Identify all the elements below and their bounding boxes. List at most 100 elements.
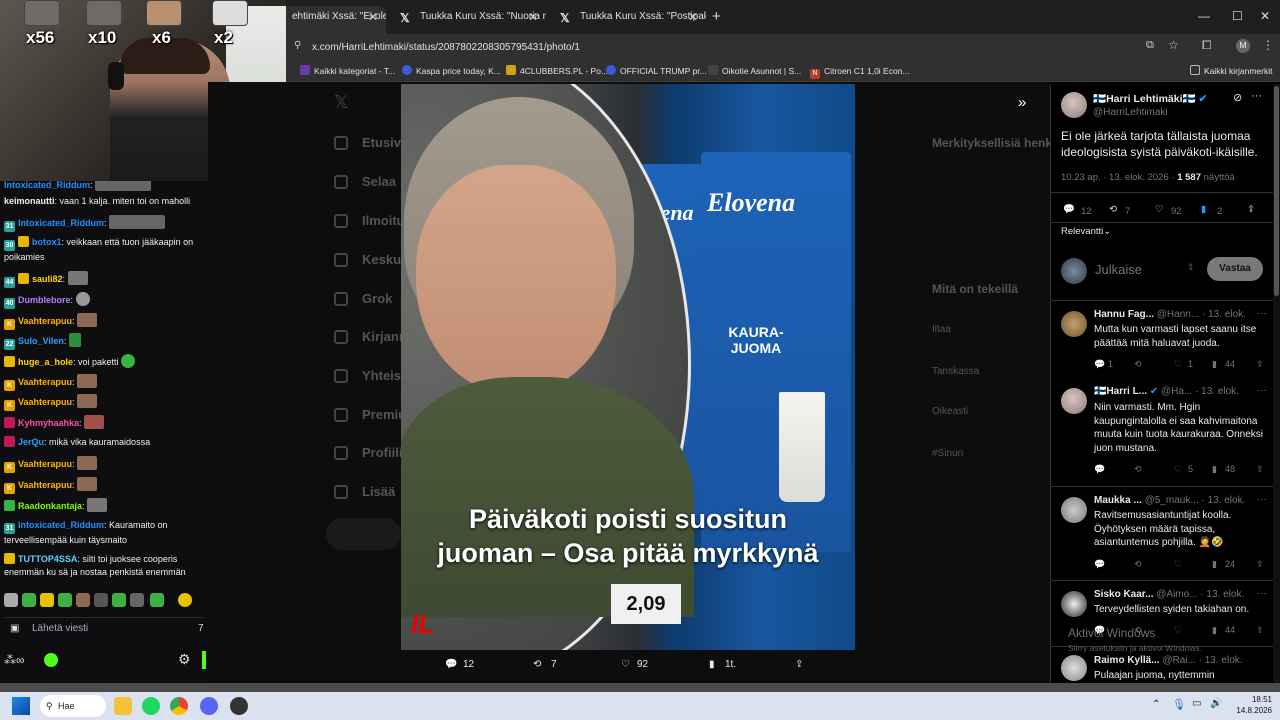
chat-username[interactable]: Vaahterapuu [18, 316, 72, 326]
reply-icon[interactable]: 💬 [445, 659, 457, 670]
reply-input[interactable]: Julkaise [1095, 263, 1142, 277]
repost-icon[interactable]: ⟲ [1109, 204, 1117, 215]
chat-username[interactable]: huge_a_hole [18, 357, 73, 367]
repost-icon[interactable]: ⟲ [1134, 464, 1142, 475]
chat-username[interactable]: Dumblebore [18, 295, 71, 305]
views-icon[interactable]: ▮ [709, 659, 715, 670]
install-app-icon[interactable]: ⧉ [1146, 39, 1154, 52]
chat-settings-icon[interactable]: ▣ [10, 618, 19, 640]
emote-icon[interactable] [94, 593, 108, 607]
avatar[interactable] [1061, 497, 1087, 523]
browser-menu-icon[interactable]: ⋮ [1262, 38, 1274, 52]
bookmark-item[interactable]: Kaikki kategoriat - T... [300, 63, 395, 79]
repost-icon[interactable]: ⟲ [533, 659, 541, 670]
emote-icon[interactable] [150, 593, 164, 607]
nav-grok[interactable]: Grok [362, 291, 392, 306]
gear-icon[interactable]: ⚙ [178, 651, 191, 668]
chat-username[interactable]: Vaahterapuu [18, 377, 72, 387]
emote-icon[interactable] [58, 593, 72, 607]
trend-item[interactable]: Iltaa [932, 324, 951, 335]
chat-username[interactable]: sauli82 [32, 274, 63, 284]
bookmark-icon[interactable]: ▮ [1201, 204, 1206, 215]
chrome-icon[interactable] [170, 697, 188, 715]
close-tab-icon[interactable]: ✕ [528, 6, 538, 28]
minimize-icon[interactable]: — [1198, 9, 1210, 23]
like-icon[interactable]: ♡ [1174, 559, 1182, 570]
emote-icon[interactable] [76, 593, 90, 607]
avatar[interactable] [1061, 388, 1087, 414]
bookmark-item[interactable]: Kaspa price today, K... [402, 63, 501, 79]
avatar[interactable] [1061, 311, 1087, 337]
spotify-icon[interactable] [142, 697, 160, 715]
chat-username[interactable]: JerQu [18, 437, 44, 447]
bookmark-item[interactable]: 4CLUBBERS.PL - Po... [506, 63, 608, 79]
file-explorer-icon[interactable] [114, 697, 132, 715]
like-icon[interactable]: ♡ [1174, 464, 1182, 475]
like-icon[interactable]: ♡ [621, 659, 630, 670]
like-icon[interactable]: ♡ [1174, 625, 1182, 636]
expand-icon[interactable]: ⇕ [1187, 262, 1195, 273]
avatar[interactable] [1061, 655, 1087, 681]
chat-username[interactable]: Vaahterapuu [18, 480, 72, 490]
avatar[interactable] [1061, 591, 1087, 617]
profile-avatar[interactable]: M [1236, 39, 1250, 53]
tray-chevron-icon[interactable]: ⌃ [1152, 699, 1160, 710]
close-window-icon[interactable]: ✕ [1260, 9, 1270, 23]
trend-item[interactable]: Oikeasti [932, 406, 968, 417]
more-icon[interactable]: ··· [1257, 494, 1267, 505]
reply-icon[interactable]: 💬 [1094, 464, 1105, 475]
network-icon[interactable]: ▭ [1192, 698, 1201, 709]
reply-icon[interactable]: 💬 [1063, 204, 1075, 215]
tweet-time[interactable]: 10.23 ap. · 13. elok. 2026 · [1061, 172, 1177, 183]
bookmark-item[interactable]: OFFICIAL TRUMP pr... [606, 63, 707, 79]
chat-username[interactable]: botox1 [32, 237, 62, 247]
reply-icon[interactable]: 💬 [1094, 559, 1105, 570]
chat-username[interactable]: Vaahterapuu [18, 459, 72, 469]
repost-icon[interactable]: ⟲ [1134, 359, 1142, 370]
bookmark-item[interactable]: Oikotie Asunnot | S... [708, 63, 801, 79]
chat-input[interactable]: ▣ Lähetä viesti 7 [4, 617, 204, 639]
maximize-icon[interactable]: ☐ [1232, 9, 1243, 23]
kick-icon[interactable] [44, 653, 58, 667]
discord-icon[interactable] [200, 697, 218, 715]
author-name[interactable]: 🇫🇮Harri Lehtimäki🇫🇮 ✔ [1093, 92, 1207, 106]
emote-icon[interactable] [22, 593, 36, 607]
emote-icon[interactable] [40, 593, 54, 607]
taskbar-clock[interactable]: 18.51 14.8.2026 [1228, 694, 1272, 716]
share-icon[interactable]: ⇪ [1256, 359, 1264, 370]
nav-explore[interactable]: Selaa [362, 174, 396, 189]
emote-icon[interactable] [4, 593, 18, 607]
share-icon[interactable]: ⇪ [1256, 559, 1264, 570]
emote-icon[interactable] [130, 593, 144, 607]
reply-item[interactable]: 🇫🇮Harri L... ✔ @Ha... · 13. elok. ··· Ni… [1051, 380, 1280, 488]
start-button[interactable] [12, 697, 30, 715]
volume-icon[interactable]: 🔊 [1210, 698, 1222, 709]
chat-username[interactable]: TUTTOP4SSA [18, 554, 77, 564]
repost-icon[interactable]: ⟲ [1134, 559, 1142, 570]
views-icon[interactable]: ▮ [1212, 359, 1217, 370]
more-icon[interactable]: ··· [1251, 90, 1262, 102]
tweet-photo[interactable]: Elovena Elovena KAURA-JUOMA 2,09 Päiväko… [401, 84, 855, 650]
new-tab-button[interactable]: + [712, 8, 721, 25]
extensions-icon[interactable]: ⧠ [1202, 38, 1212, 53]
chat-username[interactable]: Raadonkantaja [18, 501, 82, 511]
chat-username[interactable]: Sulo_Vilen [18, 336, 64, 346]
reply-icon[interactable]: 💬 [1094, 359, 1105, 370]
emote-icon[interactable] [178, 593, 192, 607]
reply-item[interactable]: Maukka ... @5_mauk... · 13. elok. ··· Ra… [1051, 486, 1280, 582]
views-icon[interactable]: ▮ [1212, 559, 1217, 570]
chat-username[interactable]: Vaahterapuu [18, 397, 72, 407]
microphone-icon[interactable]: 🎙 [1172, 698, 1186, 711]
chat-username[interactable]: keimonautti [4, 196, 55, 206]
sort-dropdown[interactable]: Relevantti⌄ [1061, 226, 1111, 237]
trend-item[interactable]: Tanskassa [932, 366, 979, 377]
share-icon[interactable]: ⇪ [1256, 464, 1264, 475]
reply-item[interactable]: Hannu Fag... @Hann... · 13. elok. ··· Mu… [1051, 300, 1280, 372]
post-button[interactable] [326, 518, 401, 550]
trend-item[interactable]: #Sinun [932, 448, 963, 459]
emote-icon[interactable] [112, 593, 126, 607]
chat-username[interactable]: Intoxicated_Riddum [4, 181, 90, 190]
grok-icon[interactable]: ⊘ [1233, 91, 1242, 104]
avatar[interactable] [1061, 92, 1087, 118]
more-icon[interactable]: ··· [1257, 385, 1267, 396]
